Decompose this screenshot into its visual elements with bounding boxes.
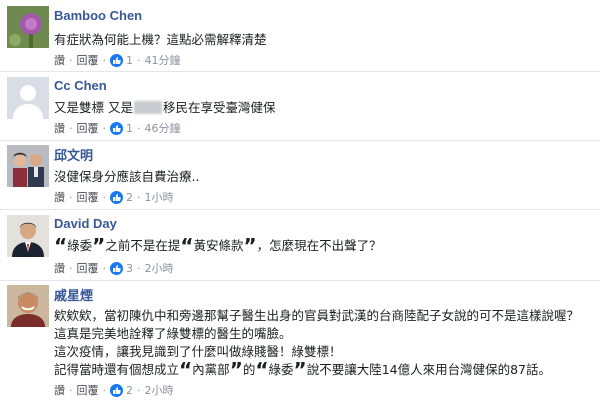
separator-dot: · [102,261,107,275]
separator-dot: · [137,53,141,67]
timestamp[interactable]: 2小時 [145,382,174,398]
quote-mark: “ [54,234,68,258]
comment-text-line: 欸欸欸，當初陳仇中和旁邊那幫子醫生出身的官員對武漢的台商陸配子女說的可不是這樣說… [54,308,580,323]
comment: 邱文明 沒健保身分應該自費治療.. 讚 · 回覆 · 2 · 1小時 [0,141,600,209]
comment-actions: 讚 · 回覆 · 3 · 2小時 [54,260,174,276]
quote-mark: ” [243,234,257,258]
separator-dot: · [137,383,141,397]
comment-text-part: 綠委 [67,238,93,253]
quote-mark: ” [229,358,243,382]
commenter-name[interactable]: David Day [54,216,117,231]
comment-text-line: 記得當時還有個想成立“內黨部”的“綠委”說不要讓大陸14億人來用台灣健保的87話… [54,359,551,380]
commenter-name[interactable]: Bamboo Chen [54,8,142,23]
separator-dot: · [69,190,73,204]
comment-actions: 讚 · 回覆 · 1 · 41分鐘 [54,52,181,68]
quote-mark: “ [179,358,193,382]
avatar[interactable] [7,6,49,48]
thumbs-up-icon [110,190,123,204]
reply-button[interactable]: 回覆 [77,52,99,68]
separator-dot: · [102,53,107,67]
like-count[interactable]: 1 [126,122,133,135]
avatar[interactable] [7,77,49,119]
like-button[interactable]: 讚 [54,189,65,205]
timestamp[interactable]: 46分鐘 [145,120,181,136]
separator-dot: · [102,121,107,135]
like-count[interactable]: 2 [126,191,133,204]
thumbs-up-icon [110,121,123,135]
comment-text-part: 記得當時還有個想成立 [54,362,180,377]
reply-button[interactable]: 回覆 [77,189,99,205]
separator-dot: · [102,190,107,204]
comment-text: “綠委”之前不是在提“黃安條款”，怎麼現在不出聲了？ [54,235,382,256]
comment-text-part: 內黨部 [192,362,230,377]
commenter-name[interactable]: 戚星煙 [54,285,93,304]
comment: David Day “綠委”之前不是在提“黃安條款”，怎麼現在不出聲了？ 讚 ·… [0,210,600,280]
like-count[interactable]: 1 [126,54,133,67]
separator-dot: · [69,261,73,275]
comment-text: 又是雙標 又是 移民在享受臺灣健保 [54,97,276,116]
separator-dot: · [69,53,73,67]
thumbs-up-icon [110,261,123,275]
comment-text-part: 說不要讓大陸14億人來用台灣健保的87話。 [306,362,551,377]
comment-text-part: 綠委 [268,362,294,377]
commenter-name[interactable]: Cc Chen [54,78,107,93]
quote-mark: “ [255,358,269,382]
couple-avatar-image [7,145,49,187]
reply-button[interactable]: 回覆 [77,382,99,398]
comment-text: 沒健保身分應該自費治療.. [54,169,200,184]
separator-dot: · [137,190,141,204]
timestamp[interactable]: 41分鐘 [145,52,181,68]
quote-mark: ” [92,234,106,258]
comment-text: 有症狀為何能上機？這點必需解釋清楚 [54,32,267,47]
comment-actions: 讚 · 回覆 · 2 · 1小時 [54,189,174,205]
smiling-man-avatar-image [7,285,49,327]
comment-text-line: 這真是完美地詮釋了綠雙標的醫生的嘴臉。 [54,326,292,341]
quote-mark: “ [180,234,194,258]
avatar[interactable] [7,145,49,187]
separator-dot: · [137,261,141,275]
reply-button[interactable]: 回覆 [77,260,99,276]
like-button[interactable]: 讚 [54,120,65,136]
timestamp[interactable]: 1小時 [145,189,174,205]
like-button[interactable]: 讚 [54,260,65,276]
avatar[interactable] [7,285,49,327]
comment: Cc Chen 又是雙標 又是 移民在享受臺灣健保 讚 · 回覆 · 1 · 46… [0,72,600,140]
thumbs-up-icon [110,53,123,67]
comment-text-part: 移民在享受臺灣健保 [162,100,276,115]
comment-actions: 讚 · 回覆 · 1 · 46分鐘 [54,120,181,136]
like-button[interactable]: 讚 [54,52,65,68]
comment-text-part: 黃安條款 [193,238,244,253]
comment-text-part: 之前不是在提 [105,238,181,253]
man-portrait-avatar-image [7,215,49,257]
quote-mark: ” [293,358,307,382]
like-count[interactable]: 2 [126,384,133,397]
reply-button[interactable]: 回覆 [77,120,99,136]
separator-dot: · [69,121,73,135]
comment: Bamboo Chen 有症狀為何能上機？這點必需解釋清楚 讚 · 回覆 · 1… [0,0,600,70]
like-count[interactable]: 3 [126,262,133,275]
flower-avatar-image [7,6,49,48]
default-avatar-image [7,77,49,119]
avatar[interactable] [7,215,49,257]
comment-text-part: ，怎麼現在不出聲了？ [256,238,382,253]
thumbs-up-icon [110,383,123,397]
redacted-word [133,101,162,114]
commenter-name[interactable]: 邱文明 [54,145,93,164]
separator-dot: · [137,121,141,135]
comment-text-part: 又是雙標 又是 [54,100,133,115]
like-button[interactable]: 讚 [54,382,65,398]
timestamp[interactable]: 2小時 [145,260,174,276]
comment-text-part: 的 [242,362,256,377]
comment-actions: 讚 · 回覆 · 2 · 2小時 [54,382,174,398]
separator-dot: · [69,383,73,397]
comment: 戚星煙 欸欸欸，當初陳仇中和旁邊那幫子醫生出身的官員對武漢的台商陸配子女說的可不… [0,281,600,400]
separator-dot: · [102,383,107,397]
